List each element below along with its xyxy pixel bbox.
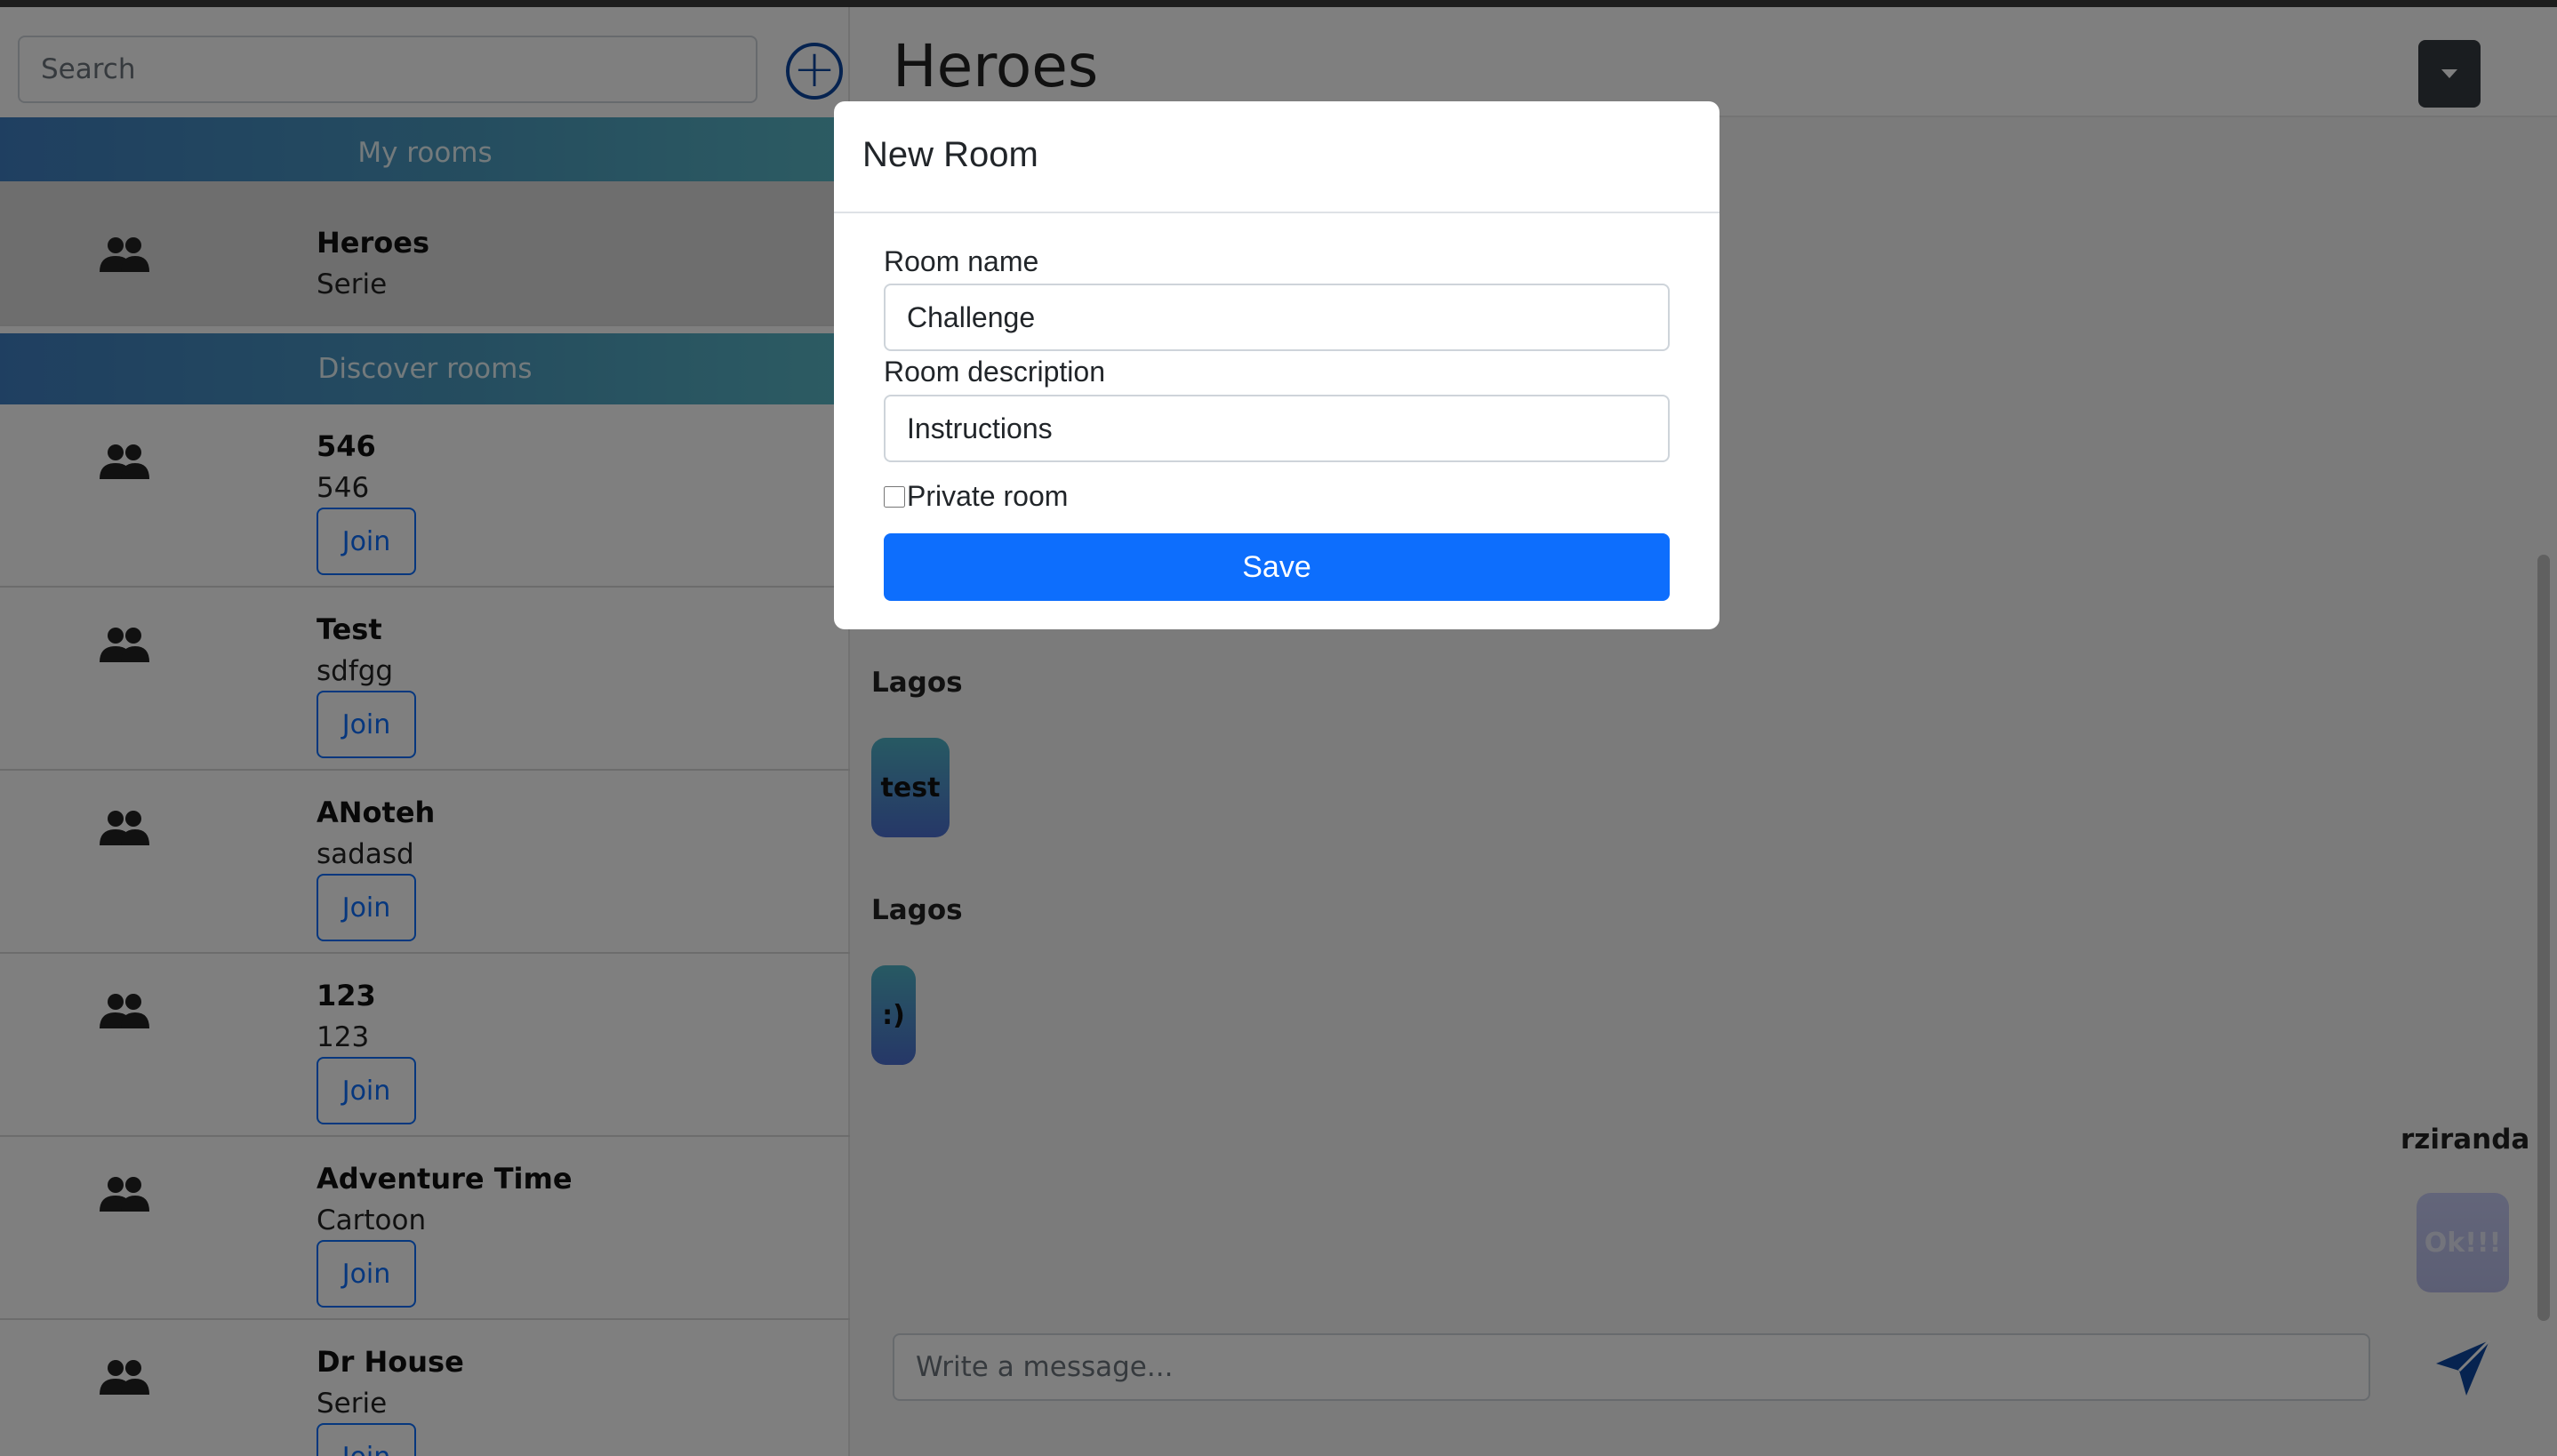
room-name-field[interactable] [884, 284, 1670, 351]
modal-title: New Room [862, 135, 1038, 174]
room-description-input[interactable] [886, 396, 1668, 460]
room-name-label: Room name [884, 245, 1039, 277]
new-room-modal: New Room Room name Room description Priv… [834, 101, 1719, 629]
room-description-field[interactable] [884, 395, 1670, 462]
room-description-label: Room description [884, 356, 1105, 388]
private-room-checkbox[interactable] [884, 485, 905, 508]
modal-header: New Room [834, 101, 1719, 213]
private-room-label: Private room [907, 480, 1069, 512]
room-name-input[interactable] [886, 285, 1668, 349]
private-room-row[interactable]: Private room [884, 480, 1068, 513]
save-button[interactable]: Save [884, 533, 1670, 601]
